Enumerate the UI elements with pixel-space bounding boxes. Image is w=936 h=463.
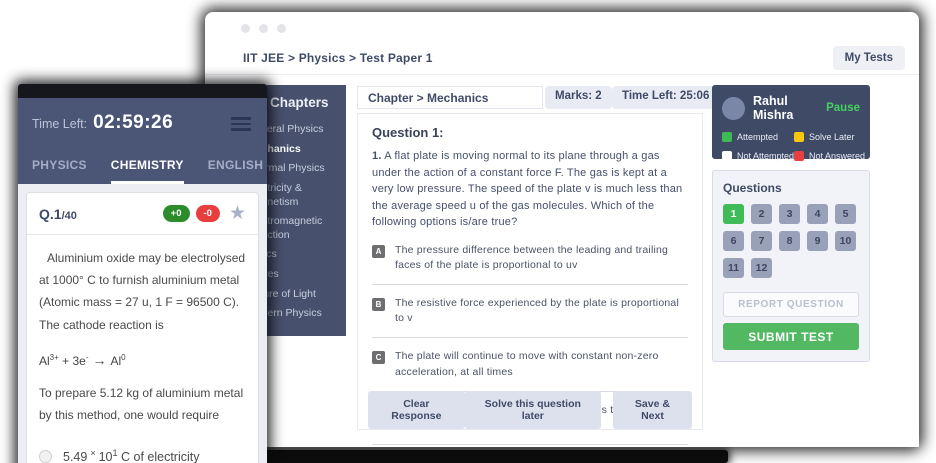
question-cell-2[interactable]: 2 (751, 204, 772, 224)
question-cell-7[interactable]: 7 (751, 231, 772, 251)
phone-question-text: Aluminium oxide may be electrolysed at 1… (39, 247, 246, 336)
phone-question-body: Aluminium oxide may be electrolysed at 1… (27, 235, 258, 463)
question-title: Question 1: (372, 125, 688, 140)
pause-button[interactable]: Pause (826, 102, 860, 114)
app-header: IIT JEE > Physics > Test Paper 1 My Test… (205, 42, 919, 75)
questions-panel: Questions 1 2 3 4 5 6 7 8 9 10 11 12 (712, 170, 870, 362)
tab-english-proficiency[interactable]: ENGLISH PROFICIENCY (208, 158, 267, 184)
option-a-letter: A (372, 245, 385, 258)
window-control-dot[interactable] (259, 24, 268, 33)
window-titlebar (205, 12, 919, 42)
question-cell-6[interactable]: 6 (723, 231, 744, 251)
my-tests-button[interactable]: My Tests (833, 46, 905, 70)
option-a-text: The pressure difference between the lead… (395, 243, 688, 273)
avatar (722, 97, 745, 120)
user-name: Rahul Mishra (753, 94, 818, 122)
tab-physics[interactable]: PHYSICS (32, 158, 87, 184)
phone-status-bar (18, 84, 267, 98)
question-card: Question 1: 1. A flat plate is moving no… (357, 113, 703, 430)
report-question-button[interactable]: REPORT QUESTION (723, 292, 859, 317)
option-c-letter: C (372, 351, 385, 364)
question-cell-3[interactable]: 3 (779, 204, 800, 224)
negative-marks-badge: -0 (196, 205, 220, 222)
question-cell-1[interactable]: 1 (723, 204, 744, 224)
question-cell-5[interactable]: 5 (835, 204, 856, 224)
user-row: Rahul Mishra Pause (722, 94, 860, 122)
phone-q-total: /40 (62, 210, 77, 222)
option-c-text: The plate will continue to move with con… (395, 349, 688, 379)
breadcrumb[interactable]: IIT JEE > Physics > Test Paper 1 (243, 51, 433, 65)
marks-chip: Marks: 2 (545, 86, 612, 109)
solve-later-button[interactable]: Solve this question later (465, 391, 601, 429)
question-cell-9[interactable]: 9 (807, 231, 828, 251)
legend-solve-later: Solve Later (794, 132, 865, 142)
legend-not-attempted-label: Not Attempted (737, 151, 794, 161)
phone-time-left-label: Time Left: (32, 117, 87, 131)
window-control-dot[interactable] (241, 24, 250, 33)
phone-question-number: Q.1/40 (39, 206, 77, 222)
phone-timer: 02:59:26 (93, 112, 173, 133)
browser-window: IIT JEE > Physics > Test Paper 1 My Test… (205, 12, 919, 447)
status-legend: Attempted Solve Later Not Attempted (722, 132, 860, 161)
phone-question-card: Q.1/40 +0 -0 ★ Aluminium oxide may be el… (26, 192, 259, 463)
question-cell-8[interactable]: 8 (779, 231, 800, 251)
question-cell-11[interactable]: 11 (723, 258, 744, 278)
positive-marks-badge: +0 (163, 205, 190, 222)
question-number: 1. (372, 150, 382, 162)
not-answered-color-swatch (794, 151, 804, 161)
option-b-text: The resistive force experienced by the p… (395, 296, 688, 326)
main-content: Chapters General Physics Mechanics Therm… (205, 75, 919, 447)
legend-not-answered: Not Answered (794, 151, 865, 161)
screenshot-stage: IIT JEE > Physics > Test Paper 1 My Test… (0, 0, 936, 463)
question-cell-4[interactable]: 4 (807, 204, 828, 224)
option-b[interactable]: B The resistive force experienced by the… (372, 296, 688, 338)
question-text: 1. A flat plate is moving normal to its … (372, 148, 688, 231)
status-panel: Rahul Mishra Pause Attempted Solve Later (712, 85, 870, 362)
option-b-letter: B (372, 298, 385, 311)
option-a[interactable]: A The pressure difference between the le… (372, 243, 688, 285)
question-body-text: A flat plate is moving normal to its pla… (372, 150, 682, 228)
phone-subject-tabs: PHYSICS CHEMISTRY ENGLISH PROFICIENCY (18, 146, 267, 184)
arrow-icon: → (93, 352, 107, 368)
cathode-reaction-formula: Al3+ + 3e-→Al0 (39, 352, 246, 368)
questions-label: Questions (723, 181, 859, 195)
time-left-chip: Time Left: 25:06 (612, 86, 719, 109)
save-next-button[interactable]: Save & Next (613, 391, 692, 429)
phone-body: Q.1/40 +0 -0 ★ Aluminium oxide may be el… (18, 184, 267, 463)
attempted-color-swatch (722, 132, 732, 142)
phone-question-header: Q.1/40 +0 -0 ★ (27, 193, 258, 235)
window-control-dot[interactable] (277, 24, 286, 33)
phone-option-1[interactable]: 5.49×101 C of electricity (39, 448, 246, 463)
clear-response-button[interactable]: Clear Response (368, 391, 465, 429)
legend-attempted: Attempted (722, 132, 794, 142)
bookmark-star-icon[interactable]: ★ (229, 204, 246, 223)
option-c[interactable]: C The plate will continue to move with c… (372, 349, 688, 391)
not-attempted-color-swatch (722, 151, 732, 161)
phone-header: Time Left: 02:59:26 (18, 98, 267, 146)
tab-chemistry[interactable]: CHEMISTRY (111, 158, 184, 184)
question-cell-12[interactable]: 12 (751, 258, 772, 278)
radio-icon[interactable] (39, 450, 52, 463)
phone-q-index: Q.1 (39, 206, 62, 222)
submit-test-button[interactable]: SUBMIT TEST (723, 323, 859, 350)
phone-question-prompt: To prepare 5.12 kg of aluminium metal by… (39, 382, 246, 426)
legend-not-answered-label: Not Answered (809, 151, 865, 161)
legend-not-attempted: Not Attempted (722, 151, 794, 161)
question-number-grid: 1 2 3 4 5 6 7 8 9 10 11 12 (723, 204, 859, 278)
chapter-header: Chapter > Mechanics (357, 86, 543, 109)
phone-option-1-text: 5.49×101 C of electricity (63, 448, 200, 463)
mobile-app-overlay: Time Left: 02:59:26 PHYSICS CHEMISTRY ENG… (18, 84, 267, 463)
legend-attempted-label: Attempted (737, 132, 778, 142)
legend-solve-later-label: Solve Later (809, 132, 855, 142)
question-cell-10[interactable]: 10 (835, 231, 856, 251)
solve-later-color-swatch (794, 132, 804, 142)
user-card: Rahul Mishra Pause Attempted Solve Later (712, 85, 870, 159)
question-footer: Clear Response Solve this question later… (358, 391, 702, 429)
menu-icon[interactable] (231, 117, 251, 134)
